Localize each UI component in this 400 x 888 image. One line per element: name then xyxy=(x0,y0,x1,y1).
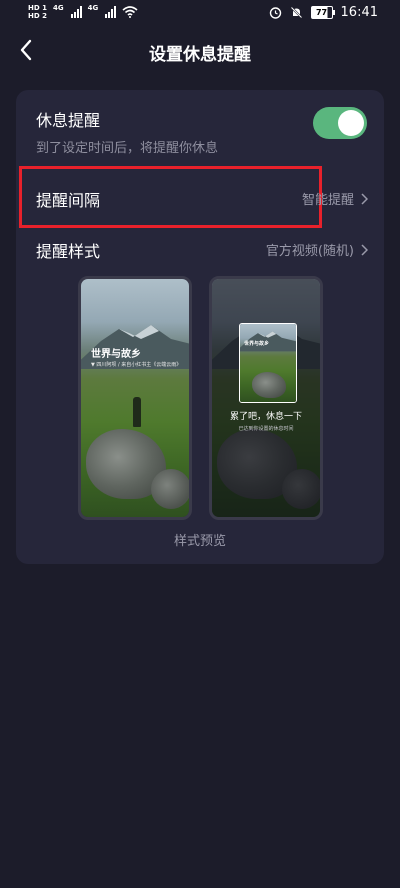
chevron-right-icon xyxy=(361,192,368,205)
page-title: 设置休息提醒 xyxy=(149,45,251,65)
preview-caption: ▼ 四川阿坝 / 来自小红书主《云端云雨》 xyxy=(91,362,182,368)
alarm-icon xyxy=(269,7,281,19)
bell-off-icon xyxy=(290,6,302,19)
rest-subtext: 已达到你设置的休息时间 xyxy=(238,426,294,432)
chevron-right-icon xyxy=(361,243,368,256)
screen: HD 1 HD 2 4G 4G 77 16:41 设置休息提醒 休息提醒 到了设… xyxy=(0,0,400,888)
preview-rest[interactable]: 世界与故乡 累了吧，休息一下 已达到你设置的休息时间 xyxy=(209,276,323,520)
hd2-label: HD 2 xyxy=(28,12,47,20)
preview-label: 样式预览 xyxy=(173,534,226,549)
mini-title: 世界与故乡 xyxy=(244,341,270,347)
style-value-wrap: 官方视频(随机) xyxy=(266,240,368,259)
interval-label: 提醒间隔 xyxy=(36,191,101,210)
hd1-label: HD 1 xyxy=(28,4,47,12)
status-left: HD 1 HD 2 4G 4G xyxy=(28,4,138,20)
status-bar: HD 1 HD 2 4G 4G 77 16:41 xyxy=(0,0,400,28)
net2-label: 4G xyxy=(87,4,99,12)
hd-indicator: HD 1 HD 2 xyxy=(28,4,47,20)
interval-value: 智能提醒 xyxy=(301,193,354,208)
rest-reminder-label: 休息提醒 xyxy=(36,111,101,130)
signal-icon-2 xyxy=(105,6,117,18)
signal-icon xyxy=(70,6,82,18)
rest-reminder-description: 到了设定时间后，将提醒你休息 xyxy=(36,141,219,156)
toggle-knob xyxy=(338,110,364,136)
header: 设置休息提醒 xyxy=(0,30,400,70)
wifi-icon xyxy=(122,6,138,18)
style-label: 提醒样式 xyxy=(36,242,101,261)
rest-text: 累了吧，休息一下 xyxy=(229,412,302,422)
net1-label: 4G xyxy=(52,4,64,12)
mini-video-card: 世界与故乡 xyxy=(239,323,297,403)
clock: 16:41 xyxy=(340,5,378,20)
person-figure xyxy=(133,397,141,427)
rock-shape xyxy=(252,372,286,398)
style-value: 官方视频(随机) xyxy=(265,244,354,259)
status-right: 77 16:41 xyxy=(269,5,378,20)
preview-video[interactable]: 世界与故乡 ▼ 四川阿坝 / 来自小红书主《云端云雨》 xyxy=(78,276,192,520)
preview-title: 世界与故乡 xyxy=(91,349,141,360)
rest-reminder-toggle[interactable] xyxy=(313,107,367,139)
battery-icon: 77 xyxy=(310,6,335,19)
interval-value-wrap: 智能提醒 xyxy=(302,189,368,208)
settings-card: 休息提醒 到了设定时间后，将提醒你休息 提醒间隔 智能提醒 提醒样式 官方视频(… xyxy=(16,90,384,564)
rock-shape-small xyxy=(151,469,189,509)
